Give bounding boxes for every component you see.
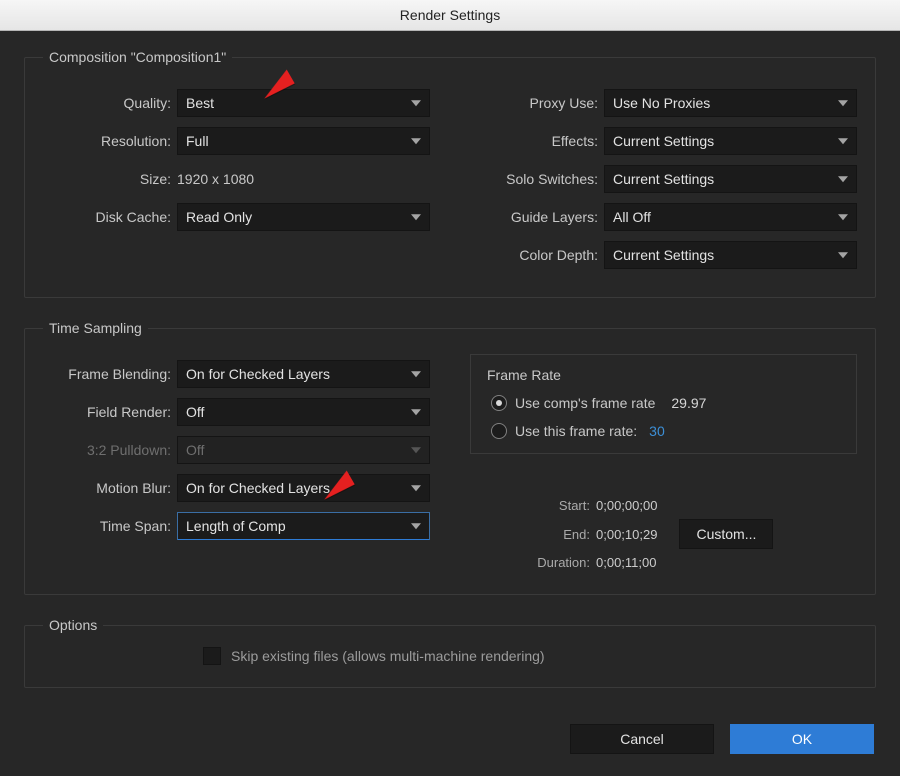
frame-blending-dropdown[interactable]: On for Checked Layers xyxy=(177,360,430,388)
disk-cache-dropdown[interactable]: Read Only xyxy=(177,203,430,231)
field-render-value: Off xyxy=(186,404,204,420)
quality-label: Quality: xyxy=(43,95,177,111)
start-label: Start: xyxy=(470,498,596,513)
pulldown-value: Off xyxy=(186,442,204,458)
time-sampling-legend: Time Sampling xyxy=(43,320,148,336)
motion-blur-value: On for Checked Layers xyxy=(186,480,330,496)
chevron-down-icon xyxy=(411,523,421,529)
solo-switches-value: Current Settings xyxy=(613,171,714,187)
chevron-down-icon xyxy=(411,371,421,377)
resolution-label: Resolution: xyxy=(43,133,177,149)
time-span-dropdown[interactable]: Length of Comp xyxy=(177,512,430,540)
use-comp-rate-label: Use comp's frame rate xyxy=(515,395,655,411)
time-info: Start: 0;00;00;00 End: 0;00;10;29 Custom… xyxy=(470,498,857,570)
window-titlebar: Render Settings xyxy=(0,0,900,31)
composition-group: Composition "Composition1" Quality: Best… xyxy=(24,49,876,298)
disk-cache-label: Disk Cache: xyxy=(43,209,177,225)
custom-button[interactable]: Custom... xyxy=(679,519,773,549)
pulldown-dropdown: Off xyxy=(177,436,430,464)
effects-dropdown[interactable]: Current Settings xyxy=(604,127,857,155)
proxy-use-label: Proxy Use: xyxy=(470,95,604,111)
end-value: 0;00;10;29 xyxy=(596,527,657,542)
motion-blur-dropdown[interactable]: On for Checked Layers xyxy=(177,474,430,502)
solo-switches-dropdown[interactable]: Current Settings xyxy=(604,165,857,193)
color-depth-label: Color Depth: xyxy=(470,247,604,263)
use-comp-rate-value: 29.97 xyxy=(663,395,706,411)
chevron-down-icon xyxy=(838,100,848,106)
use-comp-rate-radio[interactable] xyxy=(491,395,507,411)
window-title: Render Settings xyxy=(400,7,500,23)
color-depth-dropdown[interactable]: Current Settings xyxy=(604,241,857,269)
chevron-down-icon xyxy=(411,138,421,144)
use-this-rate-label: Use this frame rate: xyxy=(515,423,637,439)
frame-rate-title: Frame Rate xyxy=(487,367,840,383)
guide-layers-label: Guide Layers: xyxy=(470,209,604,225)
time-span-label: Time Span: xyxy=(43,518,177,534)
options-group: Options Skip existing files (allows mult… xyxy=(24,617,876,688)
quality-dropdown[interactable]: Best xyxy=(177,89,430,117)
proxy-use-dropdown[interactable]: Use No Proxies xyxy=(604,89,857,117)
chevron-down-icon xyxy=(838,252,848,258)
size-value: 1920 x 1080 xyxy=(177,167,254,191)
quality-value: Best xyxy=(186,95,214,111)
chevron-down-icon xyxy=(411,447,421,453)
skip-existing-label: Skip existing files (allows multi-machin… xyxy=(231,648,545,664)
effects-value: Current Settings xyxy=(613,133,714,149)
proxy-use-value: Use No Proxies xyxy=(613,95,710,111)
size-label: Size: xyxy=(43,171,177,187)
chevron-down-icon xyxy=(411,409,421,415)
quality-row: Quality: Best xyxy=(43,89,430,117)
chevron-down-icon xyxy=(411,485,421,491)
pulldown-label: 3:2 Pulldown: xyxy=(43,442,177,458)
use-this-rate-radio[interactable] xyxy=(491,423,507,439)
resolution-value: Full xyxy=(186,133,209,149)
guide-layers-value: All Off xyxy=(613,209,651,225)
frame-rate-panel: Frame Rate Use comp's frame rate 29.97 U… xyxy=(470,354,857,454)
chevron-down-icon xyxy=(838,176,848,182)
motion-blur-label: Motion Blur: xyxy=(43,480,177,496)
time-sampling-group: Time Sampling Frame Blending: On for Che… xyxy=(24,320,876,595)
guide-layers-dropdown[interactable]: All Off xyxy=(604,203,857,231)
start-value: 0;00;00;00 xyxy=(596,498,657,513)
chevron-down-icon xyxy=(838,214,848,220)
cancel-button[interactable]: Cancel xyxy=(570,724,714,754)
end-label: End: xyxy=(470,527,596,542)
frame-blending-value: On for Checked Layers xyxy=(186,366,330,382)
disk-cache-value: Read Only xyxy=(186,209,252,225)
options-legend: Options xyxy=(43,617,103,633)
ok-button[interactable]: OK xyxy=(730,724,874,754)
effects-label: Effects: xyxy=(470,133,604,149)
chevron-down-icon xyxy=(838,138,848,144)
color-depth-value: Current Settings xyxy=(613,247,714,263)
skip-existing-checkbox[interactable] xyxy=(203,647,221,665)
field-render-dropdown[interactable]: Off xyxy=(177,398,430,426)
solo-switches-label: Solo Switches: xyxy=(470,171,604,187)
composition-legend: Composition "Composition1" xyxy=(43,49,232,65)
resolution-dropdown[interactable]: Full xyxy=(177,127,430,155)
chevron-down-icon xyxy=(411,214,421,220)
field-render-label: Field Render: xyxy=(43,404,177,420)
use-this-rate-value[interactable]: 30 xyxy=(645,423,665,439)
chevron-down-icon xyxy=(411,100,421,106)
time-span-value: Length of Comp xyxy=(186,518,286,534)
duration-value: 0;00;11;00 xyxy=(596,555,656,570)
frame-blending-label: Frame Blending: xyxy=(43,366,177,382)
duration-label: Duration: xyxy=(470,555,596,570)
